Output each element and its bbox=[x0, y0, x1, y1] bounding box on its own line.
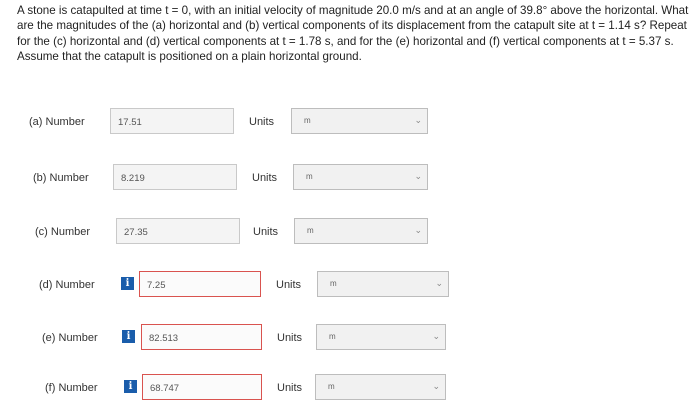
units-value-e: m bbox=[329, 332, 336, 341]
answer-row-c: (c) Number 27.35 Units m ⌄ bbox=[0, 218, 700, 248]
chevron-down-icon: ⌄ bbox=[414, 171, 422, 181]
units-label-e: Units bbox=[277, 332, 303, 344]
number-label-f: (f) Number bbox=[45, 382, 98, 394]
units-label-d: Units bbox=[276, 279, 302, 291]
info-icon[interactable]: i bbox=[124, 380, 137, 393]
number-label-d: (d) Number bbox=[39, 279, 95, 291]
units-value-f: m bbox=[328, 382, 335, 391]
units-select-a[interactable]: m ⌄ bbox=[291, 108, 428, 134]
number-input-b[interactable]: 8.219 bbox=[113, 164, 237, 190]
units-select-d[interactable]: m ⌄ bbox=[317, 271, 449, 297]
chevron-down-icon: ⌄ bbox=[435, 278, 443, 288]
units-value-c: m bbox=[307, 226, 314, 235]
number-label-e: (e) Number bbox=[42, 332, 98, 344]
units-label-c: Units bbox=[253, 226, 279, 238]
units-label-a: Units bbox=[249, 116, 275, 128]
chevron-down-icon: ⌄ bbox=[432, 381, 440, 391]
units-value-b: m bbox=[306, 172, 313, 181]
chevron-down-icon: ⌄ bbox=[414, 115, 422, 125]
number-input-d[interactable]: 7.25 bbox=[139, 271, 261, 297]
number-input-f[interactable]: 68.747 bbox=[142, 374, 262, 400]
number-input-e[interactable]: 82.513 bbox=[141, 324, 262, 350]
number-label-c: (c) Number bbox=[35, 226, 91, 238]
chevron-down-icon: ⌄ bbox=[414, 225, 422, 235]
number-input-c[interactable]: 27.35 bbox=[116, 218, 240, 244]
units-value-d: m bbox=[330, 279, 337, 288]
units-value-a: m bbox=[304, 116, 311, 125]
answer-row-e: (e) Number i 82.513 Units m ⌄ bbox=[0, 324, 700, 354]
units-select-c[interactable]: m ⌄ bbox=[294, 218, 428, 244]
units-select-f[interactable]: m ⌄ bbox=[315, 374, 446, 400]
number-label-b: (b) Number bbox=[33, 172, 89, 184]
units-select-b[interactable]: m ⌄ bbox=[293, 164, 428, 190]
units-label-f: Units bbox=[277, 382, 303, 394]
chevron-down-icon: ⌄ bbox=[432, 331, 440, 341]
number-label-a: (a) Number bbox=[29, 116, 85, 128]
info-icon[interactable]: i bbox=[122, 330, 135, 343]
number-input-a[interactable]: 17.51 bbox=[110, 108, 234, 134]
units-select-e[interactable]: m ⌄ bbox=[316, 324, 446, 350]
answer-row-d: (d) Number i 7.25 Units m ⌄ bbox=[0, 271, 700, 301]
answer-row-a: (a) Number 17.51 Units m ⌄ bbox=[0, 108, 700, 138]
info-icon[interactable]: i bbox=[121, 277, 134, 290]
question-text: A stone is catapulted at time t = 0, wit… bbox=[17, 4, 689, 64]
answer-row-b: (b) Number 8.219 Units m ⌄ bbox=[0, 164, 700, 194]
answer-row-f: (f) Number i 68.747 Units m ⌄ bbox=[0, 374, 700, 404]
units-label-b: Units bbox=[252, 172, 278, 184]
